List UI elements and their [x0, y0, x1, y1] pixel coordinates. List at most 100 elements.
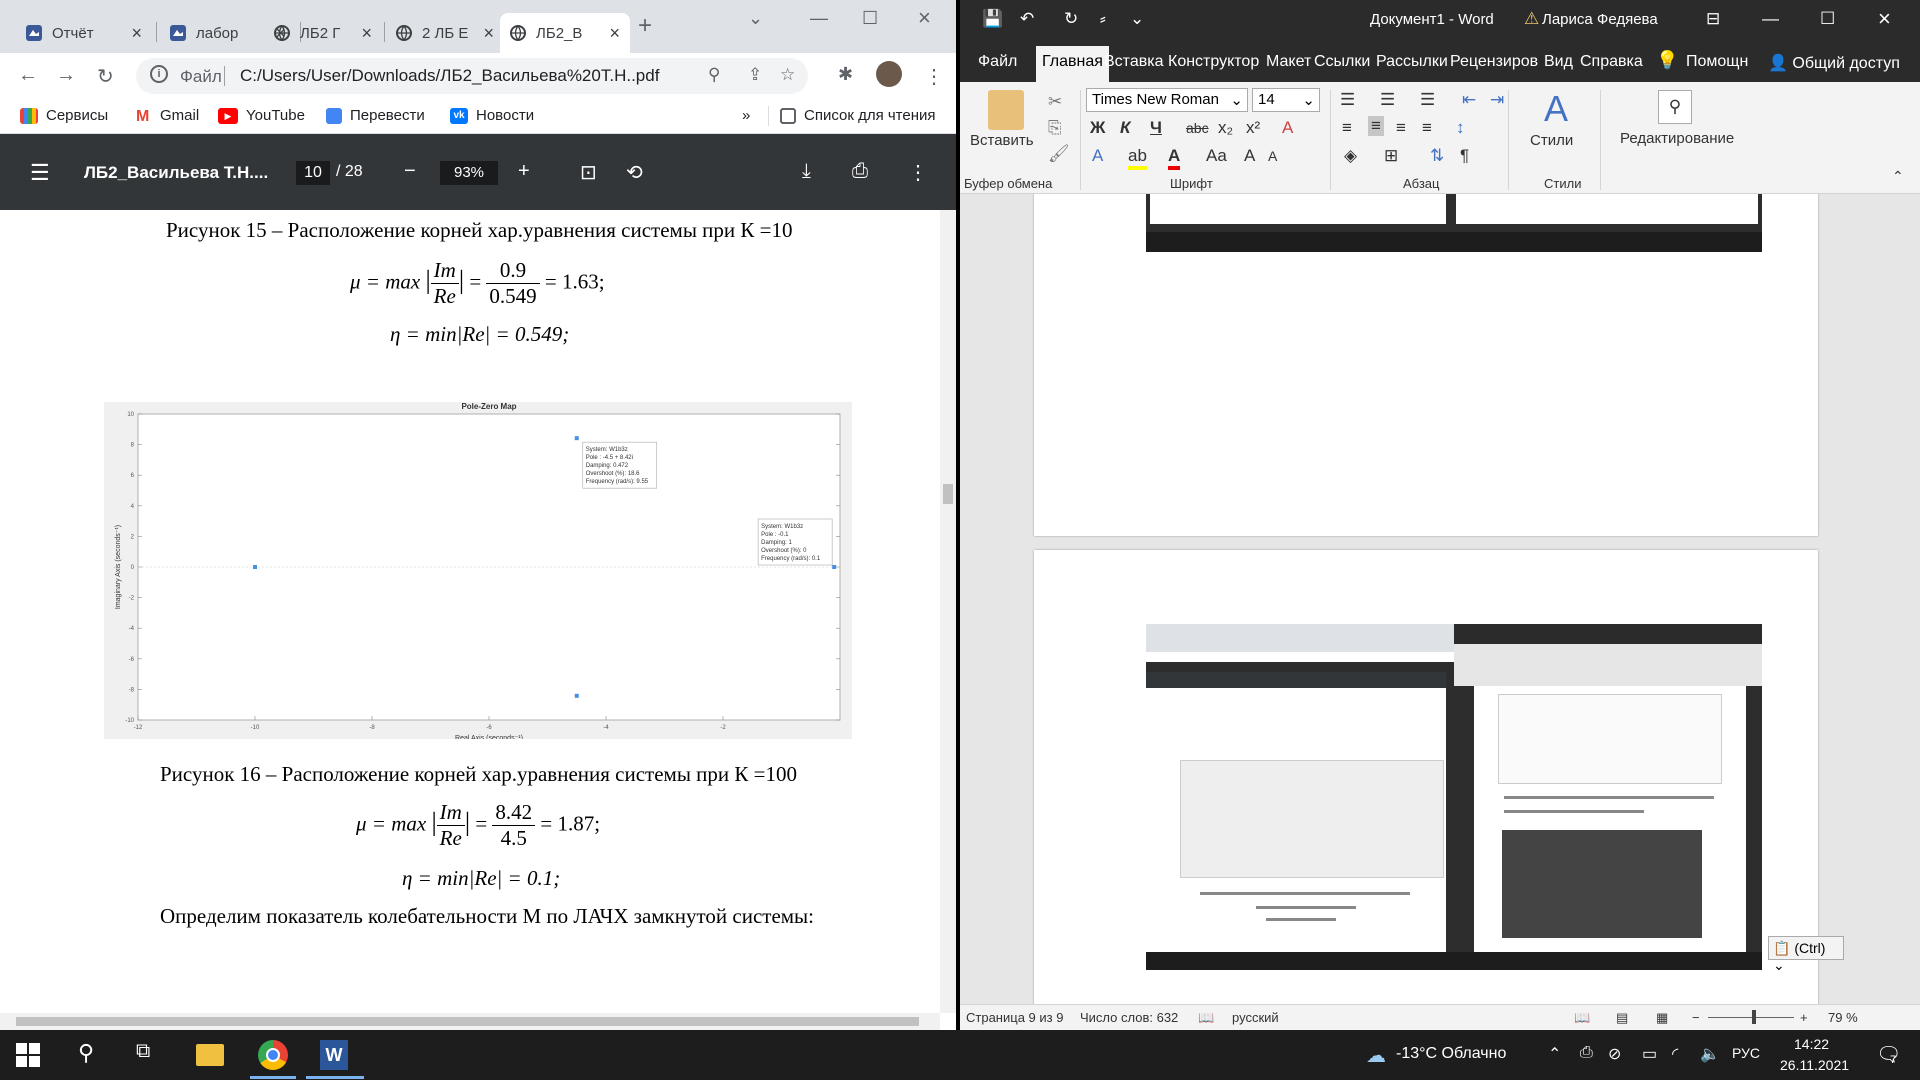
- paste-options-button[interactable]: 📋 (Ctrl) ⌄: [1768, 936, 1844, 973]
- collapse-ribbon-icon[interactable]: ⌃: [1892, 168, 1904, 185]
- font-color-icon[interactable]: A: [1168, 146, 1181, 170]
- close-window-icon[interactable]: ×: [918, 5, 931, 31]
- windows-start-icon[interactable]: [16, 1043, 40, 1067]
- tab-review[interactable]: Рецензиров: [1450, 53, 1538, 71]
- weather-icon[interactable]: ☁: [1366, 1043, 1386, 1068]
- subscript-button[interactable]: x₂: [1218, 118, 1233, 138]
- tab-2lb[interactable]: 2 ЛБ Е ×: [386, 13, 504, 53]
- zoom-icon[interactable]: ⚲: [708, 65, 720, 85]
- tab-lb2v-active[interactable]: ЛБ2_В ×: [500, 13, 630, 53]
- web-layout-icon[interactable]: ▦: [1656, 1010, 1668, 1026]
- editing-button[interactable]: Редактирование: [1620, 130, 1734, 147]
- change-case-icon[interactable]: Aa: [1206, 146, 1227, 166]
- tab-lb2g[interactable]: ЛБ2 Г ×: [264, 13, 382, 53]
- tab-home[interactable]: Главная: [1036, 46, 1109, 82]
- tab-file[interactable]: Файл: [978, 53, 1017, 71]
- hamburger-menu-icon[interactable]: ☰: [30, 160, 50, 186]
- horizontal-scrollbar[interactable]: [0, 1013, 940, 1030]
- close-icon[interactable]: ×: [131, 23, 142, 44]
- battery-icon[interactable]: ▭: [1642, 1044, 1657, 1064]
- read-mode-icon[interactable]: 📖: [1574, 1010, 1590, 1026]
- network-device-icon[interactable]: ⎙: [1580, 1044, 1593, 1062]
- word-icon[interactable]: W: [320, 1040, 348, 1070]
- chevron-down-icon[interactable]: ⌄: [748, 8, 763, 29]
- underline-button[interactable]: Ч: [1150, 118, 1162, 138]
- maximize-icon[interactable]: ☐: [862, 8, 878, 29]
- align-left-icon[interactable]: ≡: [1342, 118, 1352, 138]
- print-layout-icon[interactable]: ▤: [1616, 1010, 1628, 1026]
- close-window-icon[interactable]: ×: [1878, 6, 1891, 32]
- vertical-scrollbar[interactable]: [940, 210, 956, 1013]
- italic-button[interactable]: К: [1120, 118, 1130, 138]
- chrome-icon[interactable]: [258, 1040, 288, 1070]
- text-effects-icon[interactable]: A: [1092, 146, 1103, 166]
- save-icon[interactable]: 💾: [982, 9, 1003, 29]
- align-center-icon[interactable]: ≡: [1368, 116, 1384, 136]
- zoom-level[interactable]: 79 %: [1828, 1010, 1858, 1025]
- notifications-icon[interactable]: 🗨: [1876, 1042, 1901, 1067]
- bookmark-news[interactable]: vk Новости: [450, 107, 534, 124]
- user-name[interactable]: Лариса Федяева: [1542, 11, 1658, 28]
- copy-icon[interactable]: ⎘: [1048, 118, 1062, 138]
- highlight-icon[interactable]: ab: [1128, 146, 1147, 170]
- undo-icon[interactable]: ↶: [1020, 9, 1034, 29]
- share-icon[interactable]: ⇪: [748, 65, 762, 85]
- volume-icon[interactable]: 🔈: [1700, 1044, 1720, 1064]
- download-icon[interactable]: ⤓: [802, 160, 811, 183]
- close-icon[interactable]: ×: [361, 23, 372, 44]
- increase-indent-icon[interactable]: ⇥: [1490, 90, 1504, 110]
- address-bar[interactable]: i Файл C:/Users/User/Downloads/ЛБ2_Васил…: [136, 58, 808, 94]
- bookmark-youtube[interactable]: ▶ YouTube: [218, 107, 305, 124]
- share-button[interactable]: 👤 Общий доступ: [1768, 53, 1900, 73]
- clock-time[interactable]: 14:22: [1794, 1036, 1829, 1052]
- rotate-icon[interactable]: ⟲: [626, 160, 643, 185]
- weather-text[interactable]: -13°C Облачно: [1396, 1045, 1506, 1063]
- cut-icon[interactable]: ✂: [1048, 92, 1062, 112]
- customize-qat-icon[interactable]: ⌄: [1130, 9, 1144, 29]
- zoom-in-icon[interactable]: +: [518, 160, 530, 183]
- styles-icon[interactable]: A: [1544, 88, 1568, 130]
- tab-otchet[interactable]: Отчёт ×: [16, 13, 152, 53]
- wifi-icon[interactable]: ◜: [1672, 1044, 1678, 1064]
- superscript-button[interactable]: x²: [1246, 118, 1260, 138]
- zoom-out-icon[interactable]: −: [1692, 1010, 1700, 1025]
- font-name-select[interactable]: Times New Roman ⌄: [1086, 88, 1248, 112]
- shading-icon[interactable]: ◈: [1344, 146, 1357, 166]
- grow-font-icon[interactable]: A: [1244, 146, 1255, 166]
- format-icon[interactable]: ⸗: [1100, 9, 1106, 29]
- zoom-slider[interactable]: [1708, 1017, 1794, 1018]
- back-icon[interactable]: ←: [18, 64, 38, 87]
- zoom-out-icon[interactable]: −: [404, 160, 416, 183]
- menu-dots-icon[interactable]: ⋮: [924, 64, 944, 89]
- tab-help[interactable]: Справка: [1580, 53, 1643, 71]
- more-actions-icon[interactable]: ⋮: [908, 160, 928, 185]
- numbering-icon[interactable]: ☰: [1380, 90, 1395, 110]
- pilcrow-icon[interactable]: ¶: [1460, 146, 1469, 166]
- paste-button[interactable]: Вставить: [970, 132, 1034, 149]
- borders-icon[interactable]: ⊞: [1384, 146, 1398, 166]
- new-tab-icon[interactable]: +: [638, 12, 652, 40]
- bookmark-services[interactable]: Сервисы: [20, 107, 108, 124]
- tab-view[interactable]: Вид: [1544, 53, 1573, 71]
- proofing-icon[interactable]: 📖: [1198, 1010, 1214, 1026]
- forward-icon[interactable]: →: [56, 64, 76, 87]
- star-icon[interactable]: ☆: [780, 65, 795, 85]
- print-icon[interactable]: ⎙: [852, 160, 868, 183]
- sort-icon[interactable]: ⇅: [1430, 146, 1444, 166]
- strikethrough-button[interactable]: abc: [1186, 120, 1209, 136]
- file-explorer-icon[interactable]: [196, 1044, 224, 1066]
- bold-button[interactable]: Ж: [1090, 118, 1105, 138]
- tab-mailings[interactable]: Рассылки: [1376, 53, 1448, 71]
- word-count[interactable]: Число слов: 632: [1080, 1010, 1178, 1025]
- tab-references[interactable]: Ссылки: [1314, 53, 1370, 71]
- zoom-slider-thumb[interactable]: [1752, 1010, 1756, 1024]
- extensions-icon[interactable]: ✱: [838, 64, 853, 85]
- zoom-input[interactable]: 93%: [440, 161, 498, 185]
- justify-icon[interactable]: ≡: [1422, 118, 1432, 138]
- clock-date[interactable]: 26.11.2021: [1780, 1057, 1849, 1073]
- language[interactable]: русский: [1232, 1010, 1279, 1025]
- url-text[interactable]: C:/Users/User/Downloads/ЛБ2_Васильева%20…: [240, 66, 659, 86]
- clear-format-icon[interactable]: A: [1282, 118, 1293, 138]
- info-icon[interactable]: i: [150, 65, 168, 83]
- fit-page-icon[interactable]: ⊡: [580, 160, 597, 185]
